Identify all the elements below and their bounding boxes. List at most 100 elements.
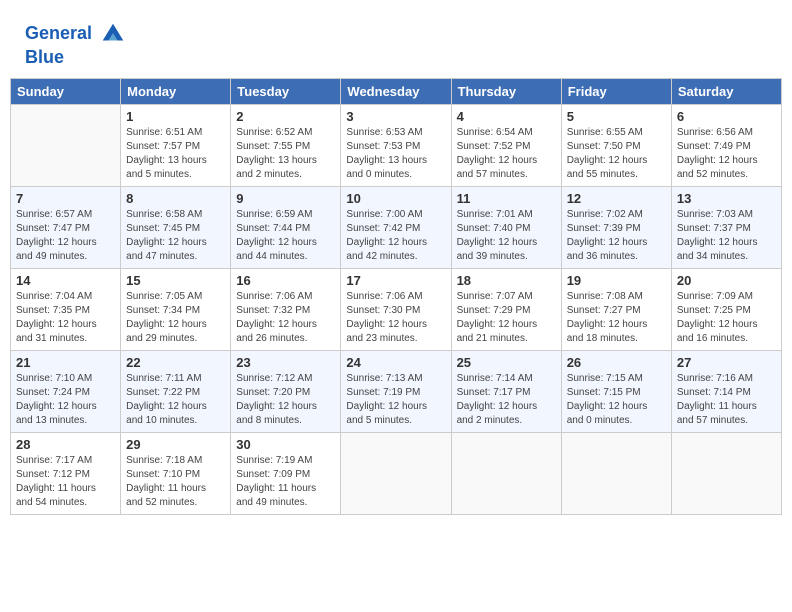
day-of-week-header: Wednesday — [341, 78, 451, 104]
day-info: Sunrise: 7:07 AM Sunset: 7:29 PM Dayligh… — [457, 290, 556, 346]
day-number: 1 — [126, 109, 225, 124]
day-number: 11 — [457, 191, 556, 206]
logo: General Blue — [25, 20, 127, 68]
day-number: 27 — [677, 355, 776, 370]
day-number: 18 — [457, 273, 556, 288]
day-number: 12 — [567, 191, 666, 206]
day-number: 15 — [126, 273, 225, 288]
calendar-cell: 14Sunrise: 7:04 AM Sunset: 7:35 PM Dayli… — [11, 268, 121, 350]
day-info: Sunrise: 6:59 AM Sunset: 7:44 PM Dayligh… — [236, 208, 335, 264]
day-number: 19 — [567, 273, 666, 288]
day-info: Sunrise: 7:04 AM Sunset: 7:35 PM Dayligh… — [16, 290, 115, 346]
day-info: Sunrise: 7:00 AM Sunset: 7:42 PM Dayligh… — [346, 208, 445, 264]
day-info: Sunrise: 7:17 AM Sunset: 7:12 PM Dayligh… — [16, 454, 115, 510]
day-of-week-header: Sunday — [11, 78, 121, 104]
day-number: 4 — [457, 109, 556, 124]
calendar-cell: 24 Sunrise: 7:13 AM Sunset: 7:19 PM Dayli… — [341, 350, 451, 432]
day-number: 24 — [346, 355, 445, 370]
calendar-cell: 10 Sunrise: 7:00 AM Sunset: 7:42 PM Dayli… — [341, 186, 451, 268]
page-header: General Blue — [10, 10, 782, 73]
day-of-week-header: Friday — [561, 78, 671, 104]
calendar-cell: 2 Sunrise: 6:52 AM Sunset: 7:55 PM Daylig… — [231, 104, 341, 186]
day-info: Sunrise: 7:06 AM Sunset: 7:32 PM Dayligh… — [236, 290, 335, 346]
day-info: Sunrise: 7:15 AM Sunset: 7:15 PM Dayligh… — [567, 372, 666, 428]
day-info: Sunrise: 7:14 AM Sunset: 7:17 PM Dayligh… — [457, 372, 556, 428]
day-of-week-header: Monday — [121, 78, 231, 104]
calendar-cell: 25 Sunrise: 7:14 AM Sunset: 7:17 PM Dayli… — [451, 350, 561, 432]
day-info: Sunrise: 6:54 AM Sunset: 7:52 PM Dayligh… — [457, 126, 556, 182]
day-info: Sunrise: 7:05 AM Sunset: 7:34 PM Dayligh… — [126, 290, 225, 346]
day-number: 23 — [236, 355, 335, 370]
calendar-cell — [341, 432, 451, 514]
day-info: Sunrise: 7:11 AM Sunset: 7:22 PM Dayligh… — [126, 372, 225, 428]
day-number: 5 — [567, 109, 666, 124]
day-number: 30 — [236, 437, 335, 452]
day-number: 28 — [16, 437, 115, 452]
calendar-week-row: 1 Sunrise: 6:51 AM Sunset: 7:57 PM Daylig… — [11, 104, 782, 186]
calendar-cell — [11, 104, 121, 186]
calendar-cell — [561, 432, 671, 514]
day-info: Sunrise: 7:03 AM Sunset: 7:37 PM Dayligh… — [677, 208, 776, 264]
calendar-cell: 15 Sunrise: 7:05 AM Sunset: 7:34 PM Dayli… — [121, 268, 231, 350]
day-info: Sunrise: 7:12 AM Sunset: 7:20 PM Dayligh… — [236, 372, 335, 428]
calendar-cell: 26 Sunrise: 7:15 AM Sunset: 7:15 PM Dayli… — [561, 350, 671, 432]
day-info: Sunrise: 6:53 AM Sunset: 7:53 PM Dayligh… — [346, 126, 445, 182]
calendar-week-row: 14Sunrise: 7:04 AM Sunset: 7:35 PM Dayli… — [11, 268, 782, 350]
calendar-cell: 28 Sunrise: 7:17 AM Sunset: 7:12 PM Dayli… — [11, 432, 121, 514]
day-number: 21 — [16, 355, 115, 370]
day-number: 29 — [126, 437, 225, 452]
day-number: 22 — [126, 355, 225, 370]
calendar-cell: 1 Sunrise: 6:51 AM Sunset: 7:57 PM Daylig… — [121, 104, 231, 186]
day-number: 17 — [346, 273, 445, 288]
day-info: Sunrise: 6:52 AM Sunset: 7:55 PM Dayligh… — [236, 126, 335, 182]
day-info: Sunrise: 7:08 AM Sunset: 7:27 PM Dayligh… — [567, 290, 666, 346]
calendar-cell: 9Sunrise: 6:59 AM Sunset: 7:44 PM Daylig… — [231, 186, 341, 268]
day-info: Sunrise: 7:02 AM Sunset: 7:39 PM Dayligh… — [567, 208, 666, 264]
calendar-cell: 5 Sunrise: 6:55 AM Sunset: 7:50 PM Daylig… — [561, 104, 671, 186]
day-info: Sunrise: 6:58 AM Sunset: 7:45 PM Dayligh… — [126, 208, 225, 264]
day-info: Sunrise: 7:09 AM Sunset: 7:25 PM Dayligh… — [677, 290, 776, 346]
day-info: Sunrise: 7:16 AM Sunset: 7:14 PM Dayligh… — [677, 372, 776, 428]
calendar-table: SundayMondayTuesdayWednesdayThursdayFrid… — [10, 78, 782, 515]
day-number: 3 — [346, 109, 445, 124]
calendar-cell: 6 Sunrise: 6:56 AM Sunset: 7:49 PM Daylig… — [671, 104, 781, 186]
calendar-cell: 16 Sunrise: 7:06 AM Sunset: 7:32 PM Dayli… — [231, 268, 341, 350]
day-of-week-header: Tuesday — [231, 78, 341, 104]
day-of-week-header: Saturday — [671, 78, 781, 104]
day-info: Sunrise: 6:55 AM Sunset: 7:50 PM Dayligh… — [567, 126, 666, 182]
calendar-cell — [671, 432, 781, 514]
day-number: 16 — [236, 273, 335, 288]
calendar-cell: 27 Sunrise: 7:16 AM Sunset: 7:14 PM Dayli… — [671, 350, 781, 432]
day-info: Sunrise: 7:10 AM Sunset: 7:24 PM Dayligh… — [16, 372, 115, 428]
logo-icon — [99, 20, 127, 48]
day-number: 7 — [16, 191, 115, 206]
calendar-cell: 13 Sunrise: 7:03 AM Sunset: 7:37 PM Dayli… — [671, 186, 781, 268]
calendar-cell: 22 Sunrise: 7:11 AM Sunset: 7:22 PM Dayli… — [121, 350, 231, 432]
day-info: Sunrise: 7:06 AM Sunset: 7:30 PM Dayligh… — [346, 290, 445, 346]
calendar-cell: 23 Sunrise: 7:12 AM Sunset: 7:20 PM Dayli… — [231, 350, 341, 432]
logo-blue-text: Blue — [25, 48, 127, 68]
day-number: 13 — [677, 191, 776, 206]
calendar-cell: 4 Sunrise: 6:54 AM Sunset: 7:52 PM Daylig… — [451, 104, 561, 186]
calendar-cell: 8 Sunrise: 6:58 AM Sunset: 7:45 PM Daylig… — [121, 186, 231, 268]
calendar-week-row: 21 Sunrise: 7:10 AM Sunset: 7:24 PM Dayli… — [11, 350, 782, 432]
day-info: Sunrise: 7:13 AM Sunset: 7:19 PM Dayligh… — [346, 372, 445, 428]
calendar-cell: 3 Sunrise: 6:53 AM Sunset: 7:53 PM Daylig… — [341, 104, 451, 186]
day-info: Sunrise: 6:57 AM Sunset: 7:47 PM Dayligh… — [16, 208, 115, 264]
calendar-cell: 18 Sunrise: 7:07 AM Sunset: 7:29 PM Dayli… — [451, 268, 561, 350]
day-info: Sunrise: 6:56 AM Sunset: 7:49 PM Dayligh… — [677, 126, 776, 182]
day-number: 8 — [126, 191, 225, 206]
calendar-cell: 20Sunrise: 7:09 AM Sunset: 7:25 PM Dayli… — [671, 268, 781, 350]
day-info: Sunrise: 7:01 AM Sunset: 7:40 PM Dayligh… — [457, 208, 556, 264]
calendar-cell: 29Sunrise: 7:18 AM Sunset: 7:10 PM Dayli… — [121, 432, 231, 514]
day-number: 6 — [677, 109, 776, 124]
calendar-cell: 11 Sunrise: 7:01 AM Sunset: 7:40 PM Dayli… — [451, 186, 561, 268]
day-number: 2 — [236, 109, 335, 124]
day-number: 26 — [567, 355, 666, 370]
calendar-week-row: 28 Sunrise: 7:17 AM Sunset: 7:12 PM Dayli… — [11, 432, 782, 514]
day-info: Sunrise: 7:19 AM Sunset: 7:09 PM Dayligh… — [236, 454, 335, 510]
logo-text: General — [25, 20, 127, 48]
day-number: 10 — [346, 191, 445, 206]
day-info: Sunrise: 6:51 AM Sunset: 7:57 PM Dayligh… — [126, 126, 225, 182]
day-number: 25 — [457, 355, 556, 370]
